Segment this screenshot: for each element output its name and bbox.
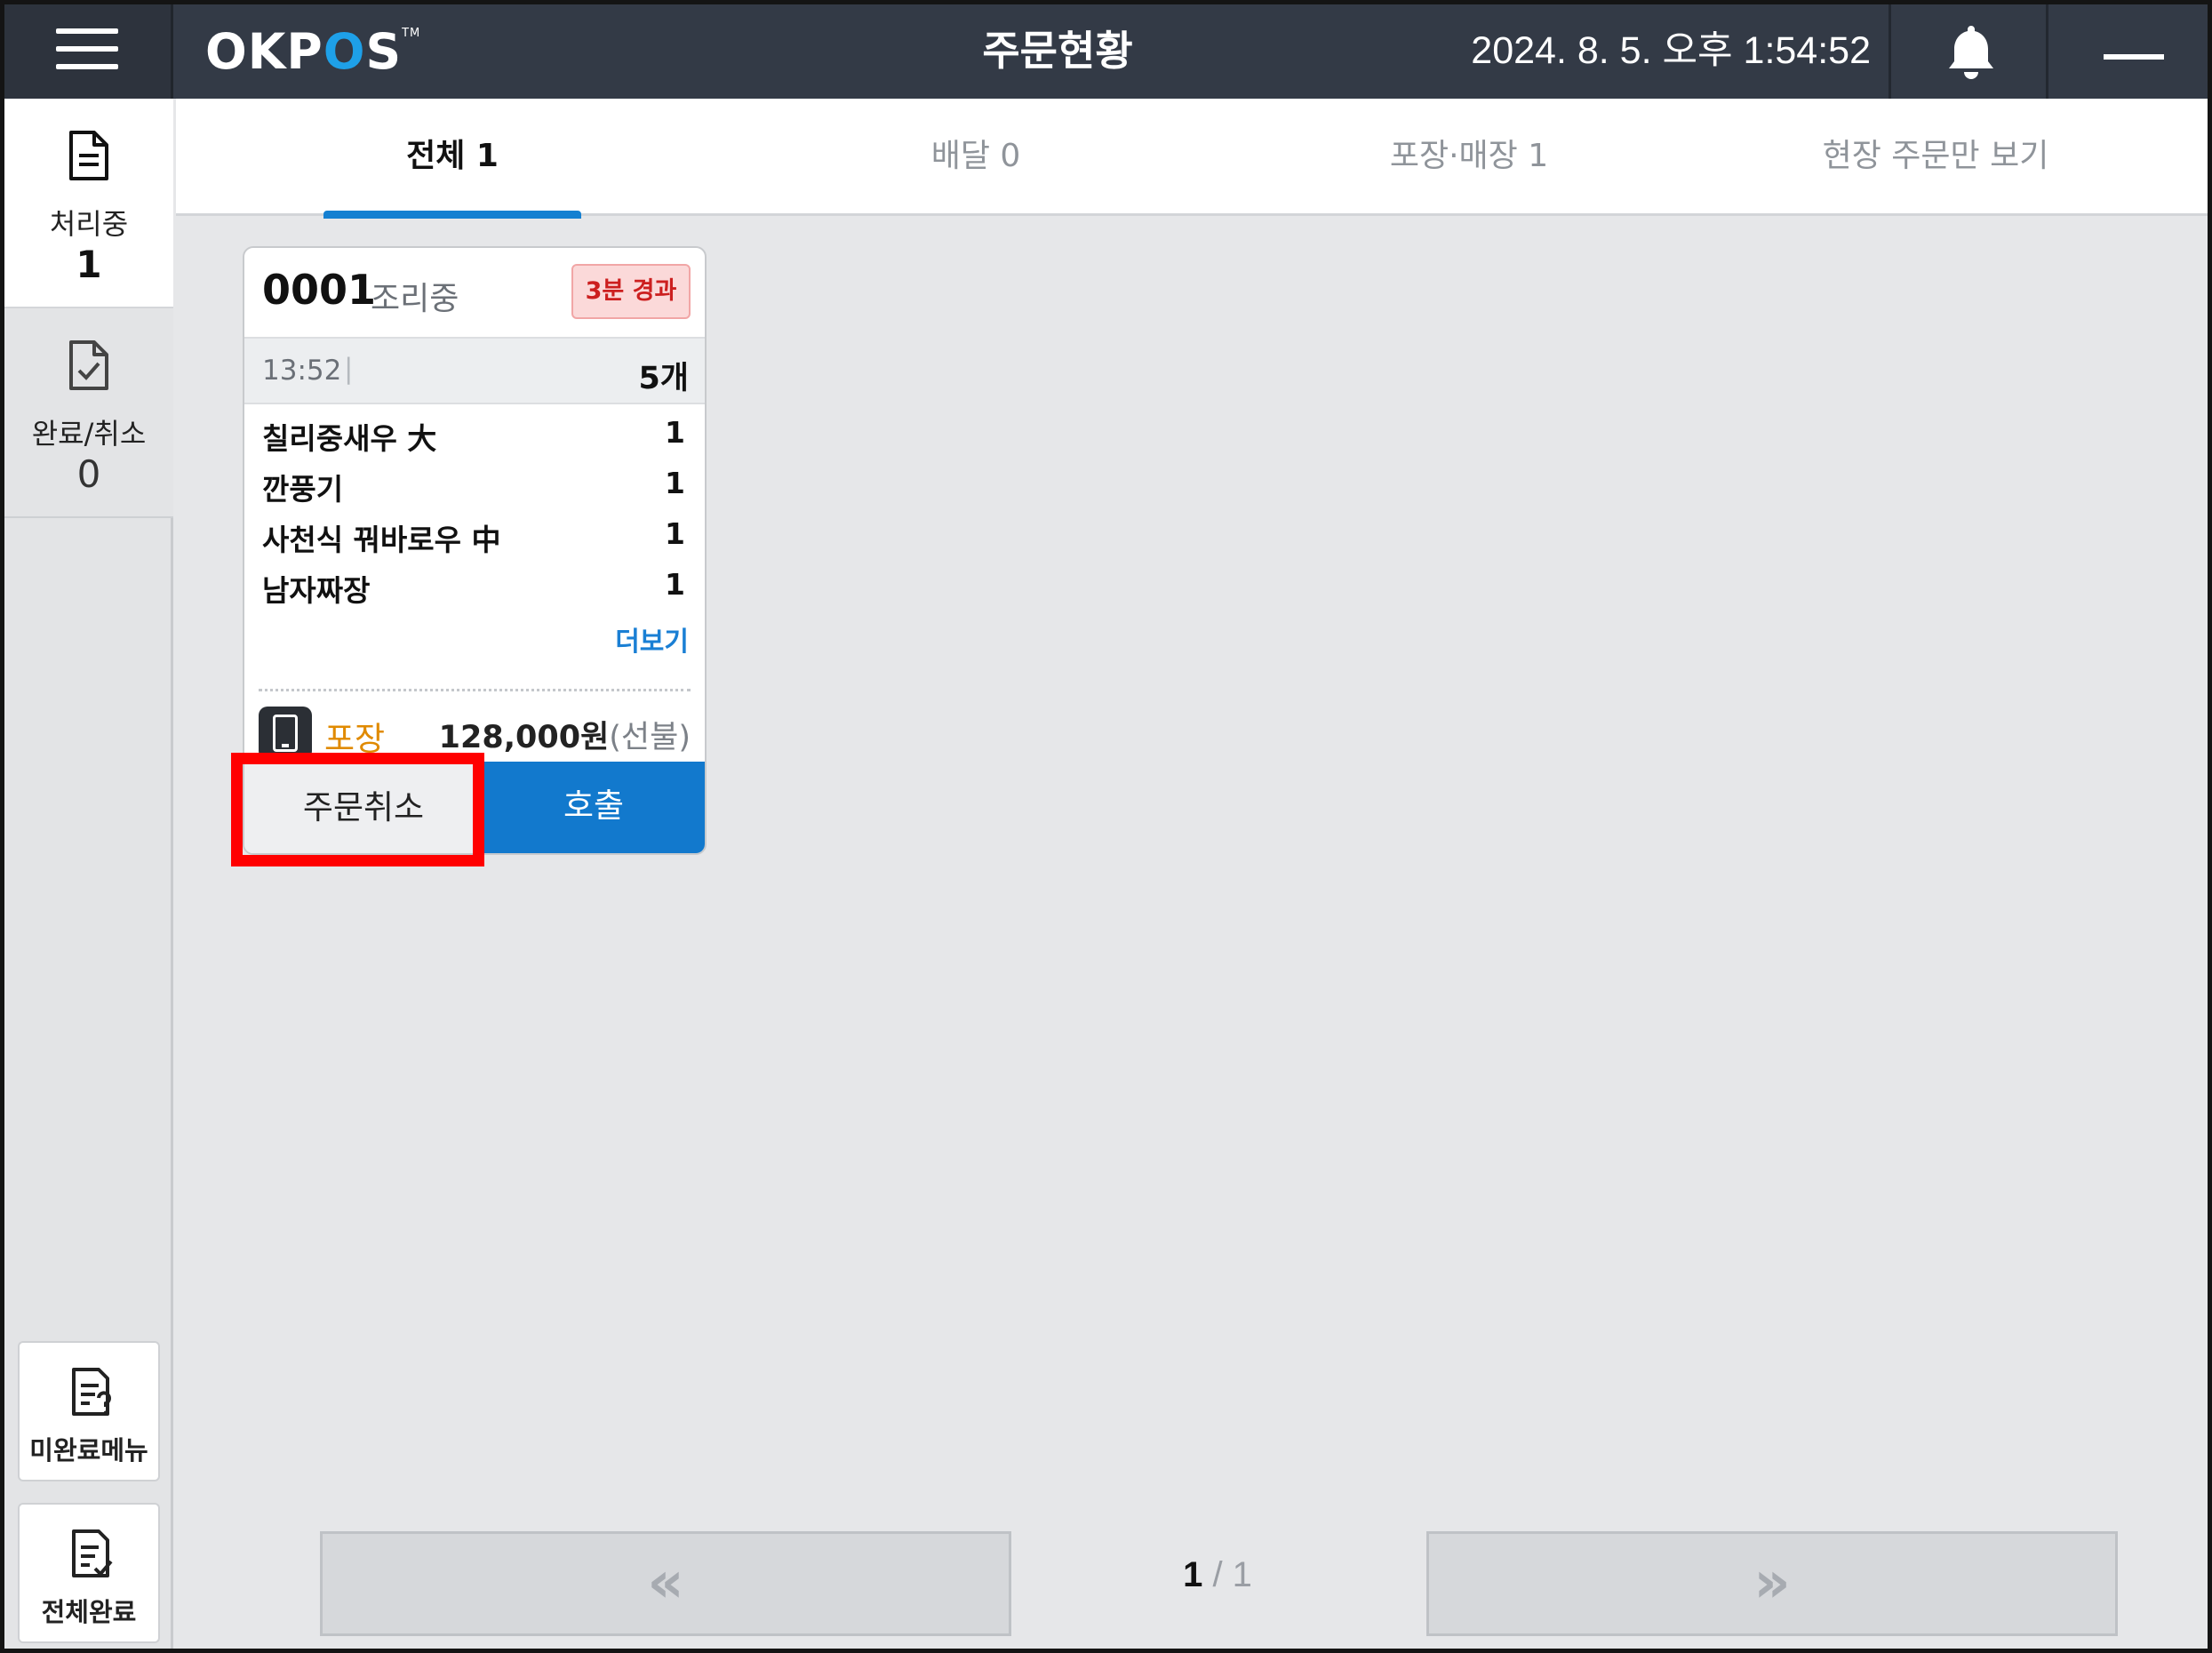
order-time-separator: | [344, 353, 354, 385]
current-datetime: 2024. 8. 5. 오후 1:54:52 [1471, 29, 1871, 72]
order-card-actions: 주문취소 호출 [244, 762, 705, 853]
order-filter-tabs: 전체 1 배달 0 포장·매장 1 현장 주문만 보기 [176, 99, 2208, 219]
document-question-icon [72, 1368, 111, 1416]
page-indicator: 1 / 1 [1115, 1555, 1320, 1595]
order-type: 포장 [324, 720, 386, 758]
done-count: 0 [76, 452, 101, 496]
tab-onsite-only[interactable]: 현장 주문만 보기 [1776, 99, 2096, 216]
page-separator: / [1202, 1555, 1233, 1594]
hamburger-line [56, 46, 118, 52]
tablet-device-icon [259, 707, 312, 760]
order-item: 남자짜장 1 [244, 560, 705, 611]
order-card-subheader: 13:52 | 5개 [244, 337, 705, 404]
item-qty: 1 [665, 516, 685, 551]
okpos-logo: OKPOSTM [205, 23, 421, 80]
unfinished-menu-label: 미완료메뉴 [29, 1435, 148, 1465]
item-name: 남자짜장 [262, 573, 371, 608]
notification-button[interactable] [1889, 4, 2048, 99]
page-current: 1 [1183, 1555, 1203, 1594]
item-name: 사천식 꿔바로우 中 [262, 523, 501, 557]
hamburger-menu-button[interactable] [4, 4, 173, 99]
app-header: OKPOSTM 주문현황 2024. 8. 5. 오후 1:54:52 [4, 4, 2208, 99]
cancel-order-button[interactable]: 주문취소 [244, 762, 483, 853]
minimize-icon [2104, 54, 2164, 60]
item-qty: 1 [665, 466, 685, 500]
page-title: 주문현황 [982, 27, 1133, 75]
item-count: 5개 [638, 361, 689, 396]
complete-all-label: 전체완료 [41, 1597, 137, 1627]
unfinished-menu-button[interactable]: 미완료메뉴 [18, 1341, 160, 1481]
prev-page-button[interactable]: « [320, 1531, 1011, 1636]
order-price: 128,000원 [438, 720, 610, 755]
bell-icon [1949, 26, 1993, 79]
order-item: 칠리중새우 大 1 [244, 408, 705, 459]
complete-all-button[interactable]: 전체완료 [18, 1503, 160, 1643]
order-time: 13:52 [262, 355, 342, 387]
tab-delivery[interactable]: 배달 0 [860, 99, 1091, 216]
item-qty: 1 [665, 415, 685, 450]
order-card[interactable]: 0001 조리중 3분 경과 13:52 | 5개 칠리중새우 大 1 깐풍기 … [243, 246, 707, 855]
hamburger-line [56, 28, 118, 34]
minimize-button[interactable] [2048, 4, 2208, 99]
order-status-screen: OKPOSTM 주문현황 2024. 8. 5. 오후 1:54:52 처리중 … [0, 0, 2212, 1653]
processing-count: 1 [76, 243, 102, 286]
processing-label: 처리중 [49, 207, 129, 241]
order-price-wrap: 128,000원(선불) [439, 712, 691, 757]
left-sidebar: 처리중 1 완료/취소 0 미완료메뉴 전체완료 [4, 99, 173, 1649]
order-card-header: 0001 조리중 3분 경과 [244, 248, 705, 337]
elapsed-time-badge: 3분 경과 [571, 264, 691, 319]
next-page-button[interactable]: » [1426, 1531, 2118, 1636]
order-item: 사천식 꿔바로우 中 1 [244, 509, 705, 561]
tab-takeout-dinein[interactable]: 포장·매장 1 [1322, 99, 1616, 216]
document-complete-icon [72, 1529, 113, 1577]
more-items-link[interactable]: 더보기 [615, 619, 689, 659]
call-customer-button[interactable]: 호출 [483, 762, 705, 853]
sidebar-tab-processing[interactable]: 처리중 1 [4, 99, 173, 308]
order-item: 깐풍기 1 [244, 459, 705, 510]
page-total: 1 [1232, 1555, 1252, 1594]
item-qty: 1 [665, 567, 685, 602]
tab-all-label: 전체 1 [406, 138, 499, 174]
done-label: 완료/취소 [31, 417, 147, 451]
document-icon [69, 131, 108, 180]
hamburger-line [56, 64, 118, 69]
item-name: 깐풍기 [262, 472, 344, 507]
tab-all[interactable]: 전체 1 [323, 99, 581, 219]
document-check-icon [69, 340, 108, 390]
dotted-divider [259, 689, 691, 691]
payment-type: (선불) [609, 720, 691, 755]
sidebar-tab-done-cancelled[interactable]: 완료/취소 0 [4, 308, 173, 518]
item-name: 칠리중새우 大 [262, 421, 437, 456]
order-card-footer: 포장 128,000원(선불) [244, 698, 705, 765]
active-tab-underline [323, 211, 581, 219]
order-number: 0001 [262, 266, 377, 314]
order-status: 조리중 [371, 281, 459, 317]
